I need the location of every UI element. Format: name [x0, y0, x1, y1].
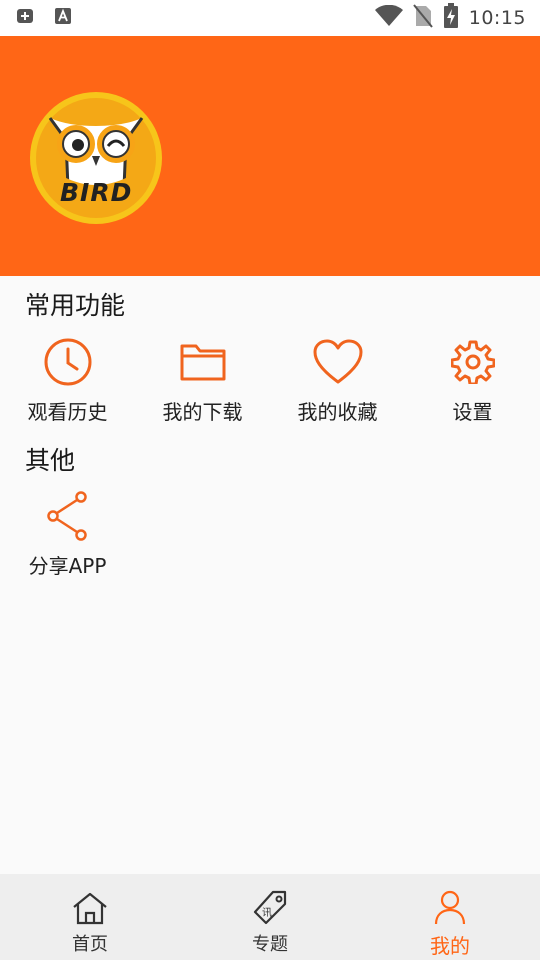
feature-label: 分享APP — [28, 554, 107, 578]
feature-label: 我的收藏 — [297, 400, 378, 424]
content: 常用功能 观看历史 我的下载 我的收藏 设置 其他 分享APP — [0, 276, 540, 874]
nav-label: 我的 — [430, 934, 470, 958]
section-title-common: 常用功能 — [25, 291, 126, 320]
nav-label: 专题 — [252, 934, 288, 955]
font-a-icon — [54, 7, 72, 29]
no-sim-icon — [412, 4, 433, 32]
svg-text:讯: 讯 — [262, 907, 272, 919]
share-app-button[interactable]: 分享APP — [0, 488, 135, 588]
folder-icon — [175, 334, 231, 390]
feature-label: 设置 — [452, 400, 493, 424]
bird-logo[interactable]: BIRD — [28, 90, 164, 226]
section-title-other: 其他 — [25, 446, 76, 475]
home-icon — [70, 888, 110, 928]
gear-icon — [445, 334, 501, 390]
share-icon — [40, 488, 96, 544]
my-favorites-button[interactable]: 我的收藏 — [270, 334, 405, 434]
tag-icon: 讯 — [250, 888, 290, 928]
battery-charging-icon — [443, 3, 459, 33]
my-downloads-button[interactable]: 我的下载 — [135, 334, 270, 434]
settings-button[interactable]: 设置 — [405, 334, 540, 434]
user-icon — [430, 888, 470, 928]
watch-history-button[interactable]: 观看历史 — [0, 334, 135, 434]
feature-label: 观看历史 — [27, 400, 108, 424]
wifi-icon — [374, 4, 403, 31]
status-time: 10:15 — [468, 7, 526, 29]
nav-label: 首页 — [72, 934, 108, 955]
heart-icon — [310, 334, 366, 390]
feature-label: 我的下载 — [162, 400, 243, 424]
status-bar: 10:15 — [0, 0, 540, 36]
add-box-icon — [16, 7, 34, 29]
nav-mine[interactable]: 我的 — [360, 874, 540, 960]
bottom-nav: 首页 讯 专题 我的 — [0, 874, 540, 960]
profile-header: BIRD — [0, 36, 540, 276]
nav-home[interactable]: 首页 — [0, 874, 180, 960]
logo-text: BIRD — [60, 178, 133, 207]
nav-topics[interactable]: 讯 专题 — [180, 874, 360, 960]
clock-icon — [40, 334, 96, 390]
